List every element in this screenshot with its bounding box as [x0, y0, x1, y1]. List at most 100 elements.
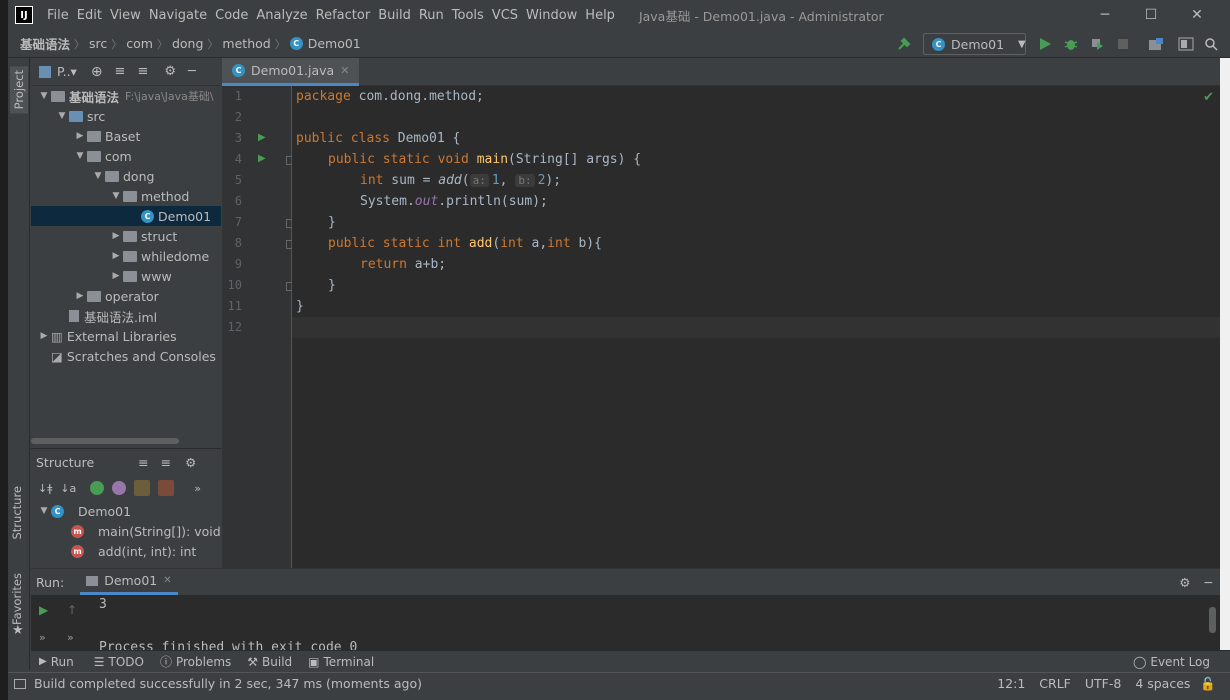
- layout-icon[interactable]: [1175, 34, 1197, 54]
- expand-all-icon[interactable]: ≡: [115, 64, 126, 79]
- chevron-right-icon[interactable]: ▶: [109, 251, 123, 261]
- tree-item[interactable]: 基础语法.iml: [31, 306, 221, 326]
- locate-icon[interactable]: ⊕: [91, 64, 103, 80]
- chevron-right-icon[interactable]: ▶: [73, 131, 87, 141]
- sort-by-visibility-icon[interactable]: ↓ǂ: [38, 482, 52, 495]
- tree-item[interactable]: ▼ src: [31, 106, 221, 126]
- show-non-public-icon[interactable]: [158, 480, 175, 496]
- run-config-dropdown[interactable]: C Demo01 ▼: [923, 33, 1026, 55]
- tree-item[interactable]: ◪ Scratches and Consoles: [31, 346, 221, 366]
- tab-problems[interactable]: ⓘ Problems: [160, 653, 231, 670]
- expand-all-icon[interactable]: ≡: [138, 455, 148, 470]
- run-gutter-icon[interactable]: ▶: [258, 153, 266, 164]
- chevron-down-icon[interactable]: ▼: [109, 191, 123, 201]
- status-message[interactable]: Build completed successfully in 2 sec, 3…: [34, 676, 422, 691]
- run-tab[interactable]: Demo01 ✕: [80, 569, 178, 595]
- menu-edit[interactable]: Edit: [73, 8, 106, 23]
- tab-demo01-java[interactable]: C Demo01.java ✕: [222, 58, 360, 86]
- more-icon[interactable]: »: [194, 482, 201, 495]
- menu-code[interactable]: Code: [211, 8, 252, 23]
- breadcrumb-item[interactable]: src: [85, 36, 111, 51]
- horizontal-scrollbar[interactable]: [31, 438, 179, 444]
- structure-member[interactable]: main(String[]): void: [98, 524, 221, 539]
- breadcrumb-item[interactable]: com: [122, 36, 157, 51]
- code-editor[interactable]: package com.dong.method; public class De…: [292, 86, 1220, 568]
- menu-build[interactable]: Build: [374, 8, 415, 23]
- search-everywhere-icon[interactable]: [1200, 34, 1222, 54]
- gear-icon[interactable]: ⚙: [1179, 575, 1190, 590]
- scroll-up-icon[interactable]: ↑: [67, 603, 77, 617]
- close-button[interactable]: ✕: [1174, 0, 1220, 30]
- chevron-down-icon[interactable]: ▼: [37, 506, 51, 516]
- project-view-dropdown[interactable]: P..▾: [57, 64, 77, 79]
- vertical-scrollbar[interactable]: [1209, 607, 1216, 633]
- maximize-button[interactable]: ☐: [1128, 0, 1174, 30]
- show-inherited-icon[interactable]: [90, 481, 105, 495]
- chevron-down-icon[interactable]: ▼: [73, 151, 87, 161]
- rerun-icon[interactable]: ▶: [39, 603, 48, 617]
- show-fields-icon[interactable]: [134, 480, 151, 496]
- collapse-all-icon[interactable]: ≡: [161, 455, 171, 470]
- tree-item[interactable]: ▶ operator: [31, 286, 221, 306]
- tree-item[interactable]: ▶ Baset: [31, 126, 221, 146]
- run-gutter-icon[interactable]: ▶: [258, 132, 266, 143]
- show-properties-icon[interactable]: [112, 481, 127, 495]
- tree-item[interactable]: ▼ method: [31, 186, 221, 206]
- tab-favorites[interactable]: Favorites: [10, 573, 24, 625]
- tab-structure[interactable]: Structure: [10, 486, 24, 540]
- menu-view[interactable]: View: [106, 8, 145, 23]
- menu-analyze[interactable]: Analyze: [252, 8, 311, 23]
- tab-build[interactable]: ⚒ Build: [247, 655, 292, 669]
- hide-panel-icon[interactable]: ─: [188, 64, 196, 79]
- menu-tools[interactable]: Tools: [448, 8, 488, 23]
- tree-item[interactable]: C Demo01: [31, 206, 221, 226]
- menu-help[interactable]: Help: [581, 8, 619, 23]
- sort-alphabetically-icon[interactable]: ↓a: [60, 482, 76, 495]
- hide-panel-icon[interactable]: ─: [1204, 575, 1212, 590]
- chevron-down-icon[interactable]: ▼: [91, 171, 105, 181]
- tree-item[interactable]: ▼ 基础语法 F:\java\Java基础\: [31, 86, 221, 106]
- chevron-right-icon[interactable]: ▶: [37, 331, 51, 341]
- more-icon[interactable]: »: [39, 631, 46, 644]
- tree-item[interactable]: ▶ struct: [31, 226, 221, 246]
- project-structure-icon[interactable]: [1145, 34, 1167, 54]
- run-icon[interactable]: [1034, 34, 1056, 54]
- breadcrumb-item[interactable]: dong: [168, 36, 207, 51]
- gear-icon[interactable]: ⚙: [164, 64, 176, 79]
- tab-todo[interactable]: ☰ TODO: [94, 655, 144, 669]
- tree-item[interactable]: ▶ www: [31, 266, 221, 286]
- structure-class-name[interactable]: Demo01: [78, 504, 131, 519]
- file-encoding[interactable]: UTF-8: [1085, 676, 1121, 691]
- menu-run[interactable]: Run: [415, 8, 448, 23]
- menu-refactor[interactable]: Refactor: [312, 8, 375, 23]
- close-tab-icon[interactable]: ✕: [163, 575, 171, 586]
- chevron-right-icon[interactable]: ▶: [73, 291, 87, 301]
- line-separator[interactable]: CRLF: [1039, 676, 1071, 691]
- tree-item[interactable]: ▶ whiledome: [31, 246, 221, 266]
- toggle-tool-windows-icon[interactable]: [14, 678, 26, 689]
- menu-navigate[interactable]: Navigate: [145, 8, 211, 23]
- breadcrumb-item[interactable]: 基础语法: [16, 34, 74, 53]
- stop-icon[interactable]: [1112, 34, 1134, 54]
- close-tab-icon[interactable]: ✕: [340, 64, 349, 77]
- minimize-button[interactable]: ─: [1082, 0, 1128, 30]
- tree-item[interactable]: ▼ com: [31, 146, 221, 166]
- chevron-down-icon[interactable]: ▼: [55, 111, 69, 121]
- tree-item[interactable]: ▼ dong: [31, 166, 221, 186]
- gear-icon[interactable]: ⚙: [185, 455, 196, 470]
- debug-icon[interactable]: [1060, 34, 1082, 54]
- tab-project[interactable]: Project: [10, 66, 28, 114]
- lock-icon[interactable]: 🔓: [1200, 676, 1216, 692]
- menu-file[interactable]: File: [43, 8, 73, 23]
- more-icon[interactable]: »: [67, 631, 74, 644]
- breadcrumb-item[interactable]: C Demo01: [286, 36, 365, 51]
- structure-member[interactable]: add(int, int): int: [98, 544, 196, 559]
- menu-vcs[interactable]: VCS: [488, 8, 522, 23]
- chevron-right-icon[interactable]: ▶: [109, 231, 123, 241]
- chevron-right-icon[interactable]: ▶: [109, 271, 123, 281]
- build-hammer-icon[interactable]: [893, 34, 915, 54]
- breadcrumb-item[interactable]: method: [218, 36, 274, 51]
- menu-window[interactable]: Window: [522, 8, 581, 23]
- event-log-button[interactable]: ◯ Event Log: [1133, 655, 1210, 669]
- indent-setting[interactable]: 4 spaces: [1135, 676, 1190, 691]
